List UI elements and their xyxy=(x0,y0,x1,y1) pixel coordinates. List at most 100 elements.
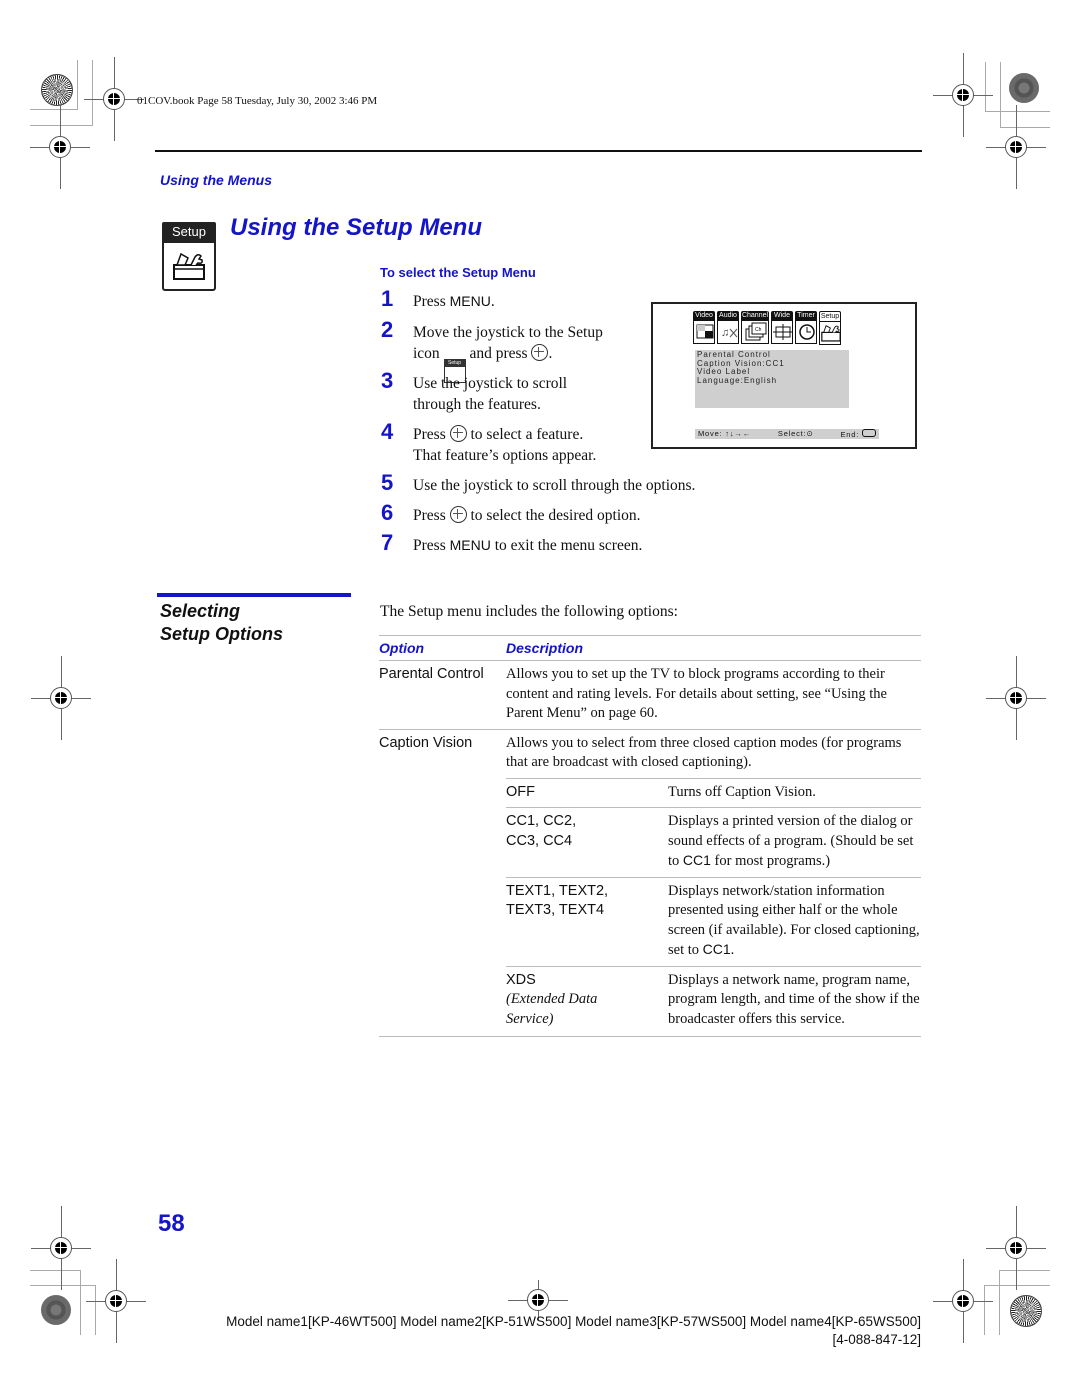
sub-option-name: CC1, CC2, CC3, CC4 xyxy=(506,812,668,872)
tv-tab-label: Channel xyxy=(741,311,769,321)
page-number: 58 xyxy=(158,1210,185,1237)
crop-line xyxy=(985,111,1050,112)
sub-option-name: XDS (Extended Data Service) xyxy=(506,971,668,1030)
crop-line xyxy=(999,1270,1050,1271)
tv-menu-footer: Move: ↑↓→← Select:⊙ End: xyxy=(695,429,879,439)
step-5-text: Use the joystick to scroll through the o… xyxy=(413,477,696,494)
svg-text:Ch: Ch xyxy=(755,327,762,333)
step-number: 3 xyxy=(381,368,394,393)
table-row: Caption Vision Allows you to select from… xyxy=(379,730,921,778)
option-name: Caption Vision xyxy=(379,734,473,751)
disc-mark-top-right xyxy=(1009,73,1039,103)
sub-option-line: XDS xyxy=(506,971,536,988)
option-description: Allows you to select from three closed c… xyxy=(506,734,902,771)
section-rule xyxy=(157,593,351,597)
crop-line xyxy=(77,60,78,110)
tv-menu-screenshot: Video Audio ♫ Channel Ch Wide Timer Setu… xyxy=(651,302,917,449)
part-number: [4-088-847-12] xyxy=(832,1332,921,1347)
table-row: Parental Control Allows you to set up th… xyxy=(379,661,921,729)
joystick-button-icon xyxy=(531,344,549,361)
crop-line xyxy=(30,109,77,110)
sub-option-note: (Extended Data xyxy=(506,991,598,1007)
crop-line xyxy=(1000,62,1001,128)
cc1-key: CC1 xyxy=(682,852,711,868)
step-text-line: through the features. xyxy=(413,396,541,413)
tv-tab-label: Video xyxy=(693,311,715,321)
sub-option-description: Turns off Caption Vision. xyxy=(668,783,816,800)
options-intro: The Setup menu includes the following op… xyxy=(380,603,678,620)
disc-mark-bottom-left xyxy=(41,1295,71,1325)
step-text-part: Press xyxy=(413,426,446,443)
menu-key: MENU xyxy=(449,293,491,309)
menu-key: MENU xyxy=(449,537,491,553)
table-rule xyxy=(379,1036,921,1037)
step-number: 6 xyxy=(381,500,394,525)
tv-tab-wide: Wide xyxy=(771,311,793,345)
crop-line xyxy=(1000,127,1050,128)
svg-text:♫: ♫ xyxy=(721,327,729,339)
step-4-text: Press to select a feature. That feature’… xyxy=(413,424,596,466)
audio-notes-icon: ♫ xyxy=(717,321,739,344)
column-header-option: Option xyxy=(379,640,425,656)
tv-tab-label: Setup xyxy=(819,311,841,322)
book-meta-header: 01COV.book Page 58 Tuesday, July 30, 200… xyxy=(137,95,378,107)
step-text-part: to select a feature. xyxy=(470,426,584,443)
page-footer: Model name1[KP-46WT500] Model name2[KP-5… xyxy=(226,1313,921,1349)
setup-badge-label: Setup xyxy=(162,222,216,242)
tv-tab-label: Wide xyxy=(771,311,793,321)
sub-option-row: TEXT1, TEXT2, TEXT3, TEXT4 Displays netw… xyxy=(506,878,921,966)
step-text-line: That feature’s options appear. xyxy=(413,447,597,464)
crop-line xyxy=(92,60,93,126)
options-table: Option Description Parental Control Allo… xyxy=(379,635,921,1037)
tv-menu-tabs: Video Audio ♫ Channel Ch Wide Timer Setu… xyxy=(693,311,841,345)
step-text-part: Press xyxy=(413,537,450,554)
sub-option-row: OFF Turns off Caption Vision. xyxy=(506,779,921,808)
step-text-part: . xyxy=(490,293,495,310)
step-text-line: Move the joystick to the Setup xyxy=(413,324,603,341)
model-names: Model name1[KP-46WT500] Model name2[KP-5… xyxy=(226,1314,921,1329)
tv-footer-end: End: xyxy=(840,429,876,439)
tv-tab-label: Audio xyxy=(717,311,739,321)
step-6-text: Press to select the desired option. xyxy=(413,505,641,526)
crop-line xyxy=(30,1285,95,1286)
tv-tab-channel: Channel Ch xyxy=(741,311,769,345)
tv-tab-setup: Setup xyxy=(819,311,841,345)
step-number: 4 xyxy=(381,419,394,444)
sub-option-line: CC3, CC4 xyxy=(506,832,573,849)
desc-part: . xyxy=(730,942,735,958)
video-picture-icon xyxy=(693,321,715,344)
step-number: 5 xyxy=(381,470,394,495)
crop-line xyxy=(80,1270,81,1335)
crop-line xyxy=(999,1270,1000,1335)
step-number: 7 xyxy=(381,530,394,555)
menu-button-icon xyxy=(861,429,876,437)
toolbox-icon xyxy=(819,322,841,345)
wide-screen-icon xyxy=(771,321,793,344)
sub-option-line: TEXT3, TEXT4 xyxy=(506,902,605,918)
step-text-part: icon xyxy=(413,345,440,362)
option-name: Parental Control xyxy=(379,666,484,682)
sub-option-name: TEXT1, TEXT2, TEXT3, TEXT4 xyxy=(506,882,668,961)
step-3-text: Use the joystick to scroll through the f… xyxy=(413,373,567,415)
step-number: 2 xyxy=(381,317,394,342)
tv-menu-list: Parental Control Caption Vision:CC1 Vide… xyxy=(695,350,849,408)
step-text-part: Press xyxy=(413,293,450,310)
sub-option-row: XDS (Extended Data Service) Displays a n… xyxy=(506,967,921,1035)
step-text-part: Press xyxy=(413,507,446,524)
starburst-mark-bottom-right xyxy=(1010,1295,1042,1327)
channel-stack-icon: Ch xyxy=(741,321,769,344)
clock-icon xyxy=(795,321,817,344)
step-number: 1 xyxy=(381,286,394,311)
page-title: Using the Setup Menu xyxy=(230,214,482,241)
sub-options-table: OFF Turns off Caption Vision. CC1, CC2, … xyxy=(506,777,921,1035)
sub-option-description: Displays a printed version of the dialog… xyxy=(668,812,921,872)
tv-footer-move: Move: ↑↓→← xyxy=(698,429,752,438)
crop-line xyxy=(95,1285,96,1335)
option-description: Allows you to set up the TV to block pro… xyxy=(506,666,887,721)
section-label: Using the Menus xyxy=(160,172,273,188)
sub-option-name: OFF xyxy=(506,783,535,800)
sub-option-line: CC1, CC2, xyxy=(506,813,577,829)
procedure-heading: To select the Setup Menu xyxy=(380,265,536,280)
tv-footer-end-label: End: xyxy=(840,430,860,439)
step-7-text: Press MENU to exit the menu screen. xyxy=(413,535,642,556)
